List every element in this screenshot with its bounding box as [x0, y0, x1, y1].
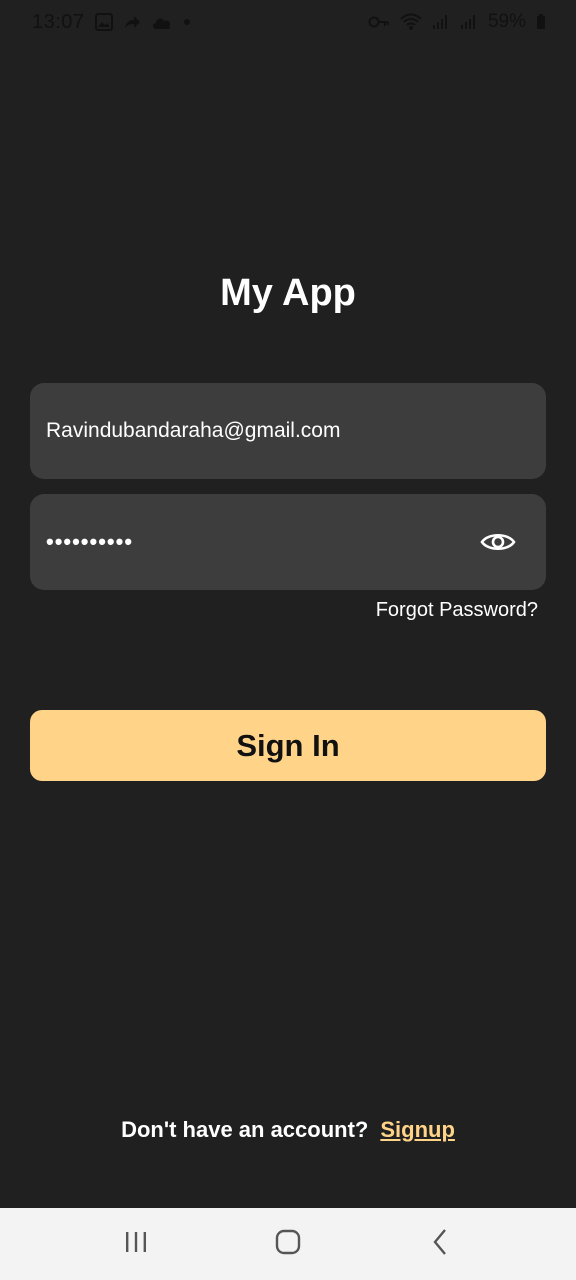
- password-field[interactable]: ••••••••••: [30, 494, 546, 590]
- signup-prompt: Don't have an account?: [121, 1117, 369, 1142]
- back-button[interactable]: [400, 1214, 480, 1274]
- battery-icon: [536, 14, 546, 30]
- cloud-icon: [151, 14, 173, 30]
- back-icon: [431, 1228, 449, 1261]
- home-icon: [275, 1229, 301, 1260]
- app-title: My App: [220, 272, 356, 314]
- email-value[interactable]: Ravindubandaraha@gmail.com: [46, 419, 530, 443]
- status-right: 59%: [368, 11, 546, 33]
- signup-row: Don't have an account? Signup: [0, 1117, 576, 1143]
- login-screen: 13:07 59% My App Ravindubandaraha@gmail.…: [0, 0, 576, 1280]
- status-bar: 13:07 59%: [0, 0, 576, 44]
- status-left: 13:07: [32, 11, 191, 34]
- share-arrow-icon: [123, 14, 141, 30]
- recents-button[interactable]: [96, 1214, 176, 1274]
- signal-icon: [460, 14, 478, 30]
- email-field[interactable]: Ravindubandaraha@gmail.com: [30, 383, 546, 479]
- key-icon: [368, 15, 390, 29]
- navigation-bar: [0, 1208, 576, 1280]
- forgot-password-link[interactable]: Forgot Password?: [376, 599, 538, 622]
- gallery-icon: [94, 13, 113, 31]
- recents-icon: [123, 1230, 149, 1259]
- signup-link[interactable]: Signup: [380, 1117, 455, 1143]
- status-time: 13:07: [32, 10, 85, 33]
- home-button[interactable]: [248, 1214, 328, 1274]
- dot-icon: [183, 18, 191, 26]
- signal-icon: [432, 14, 450, 30]
- eye-icon[interactable]: [478, 522, 518, 562]
- battery-percentage: 59%: [487, 11, 526, 32]
- password-value[interactable]: ••••••••••: [46, 529, 478, 555]
- wifi-icon: [400, 13, 422, 31]
- sign-in-button[interactable]: Sign In: [30, 710, 546, 781]
